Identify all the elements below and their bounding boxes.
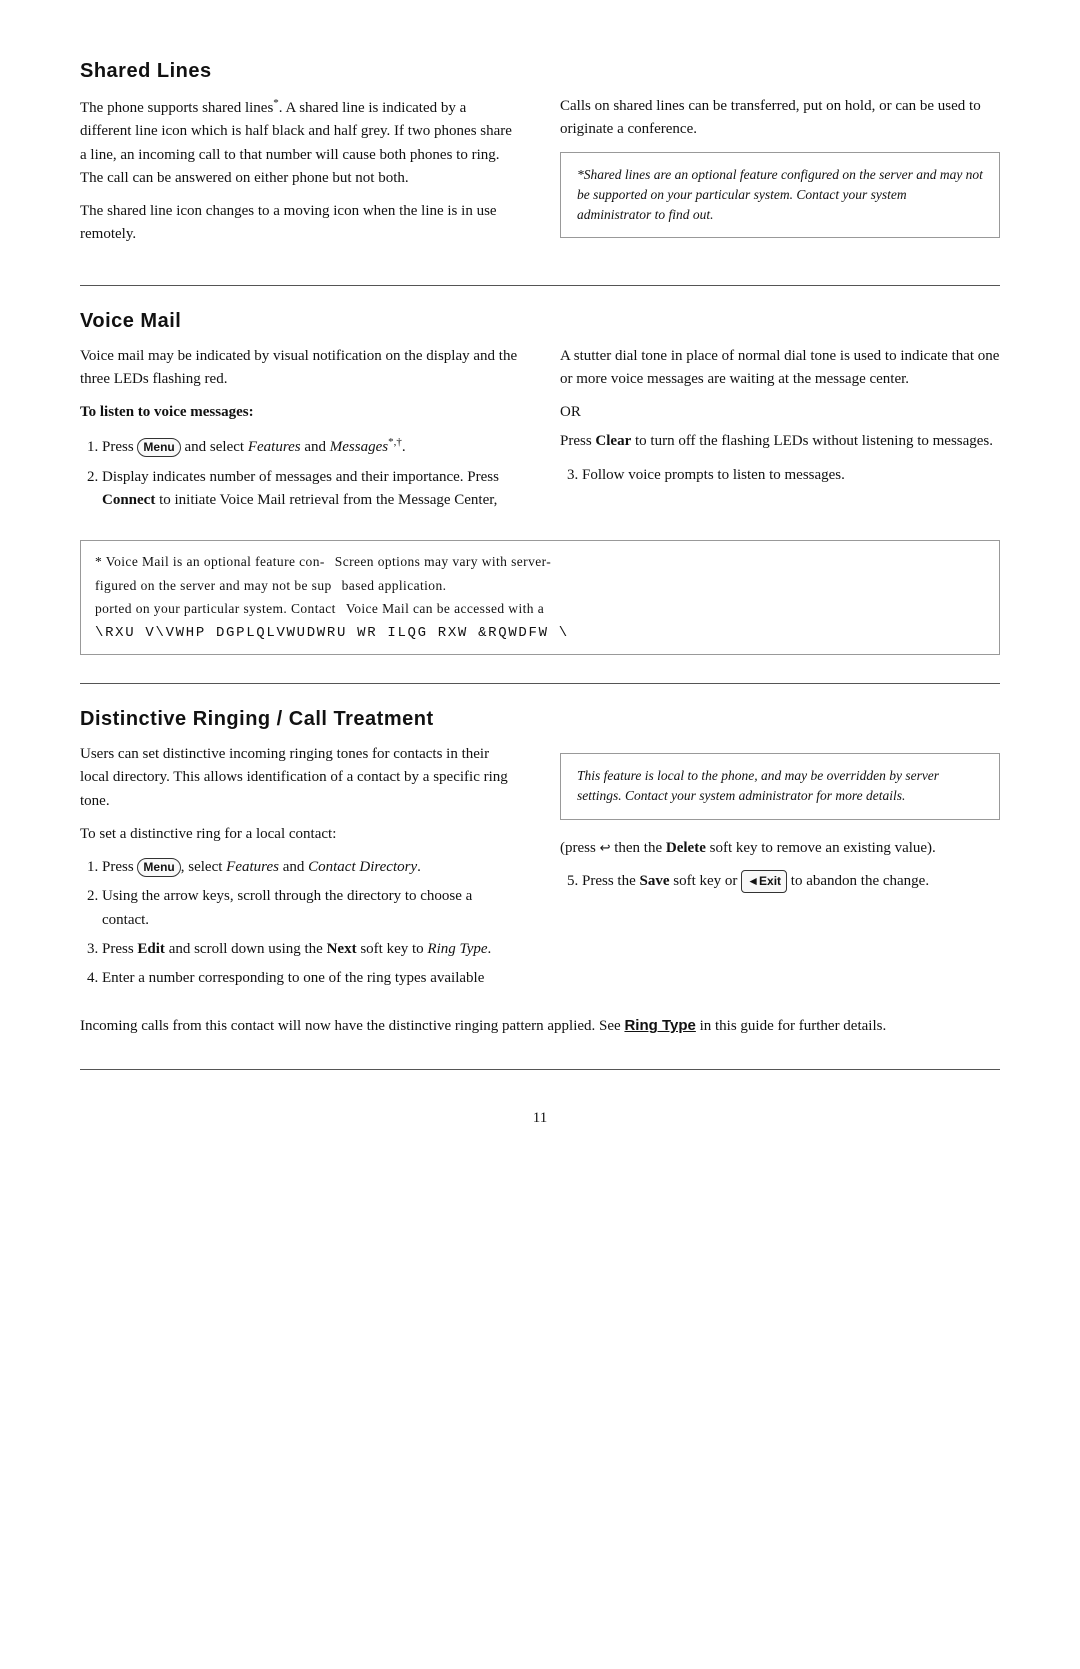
distinctive-ringing-para2: To set a distinctive ring for a local co… xyxy=(80,823,520,846)
edit-label: Edit xyxy=(137,941,165,957)
distinctive-step4: Enter a number corresponding to one of t… xyxy=(102,967,520,990)
corrupt-text-content: * Voice Mail is an optional feature con-… xyxy=(95,551,985,644)
shared-lines-content: The phone supports shared lines*. A shar… xyxy=(80,95,1000,257)
distinctive-ringing-section: Distinctive Ringing / Call Treatment Use… xyxy=(80,708,1000,1039)
voice-mail-para1: Voice mail may be indicated by visual no… xyxy=(80,345,520,392)
delete-label: Delete xyxy=(666,840,706,856)
shared-lines-note: *Shared lines are an optional feature co… xyxy=(560,152,1000,239)
distinctive-step5-press: (press ↩ then the Delete soft key to rem… xyxy=(560,837,1000,860)
voice-mail-clear-para: Press Clear to turn off the flashing LED… xyxy=(560,430,1000,453)
distinctive-step5: Press the Save soft key or ◄Exit to aban… xyxy=(582,870,1000,893)
voice-mail-footnote-box: * Voice Mail is an optional feature con-… xyxy=(80,540,1000,655)
back-arrow-icon: ↩ xyxy=(600,838,611,858)
voice-mail-right: A stutter dial tone in place of normal d… xyxy=(560,345,1000,523)
divider-1 xyxy=(80,285,1000,286)
voice-mail-title: Voice Mail xyxy=(80,310,1000,333)
distinctive-step3: Press Edit and scroll down using the Nex… xyxy=(102,938,520,961)
menu-button-2-icon: Menu xyxy=(137,858,180,877)
next-label: Next xyxy=(327,941,357,957)
divider-3 xyxy=(80,1069,1000,1070)
voice-mail-step3-list: Follow voice prompts to listen to messag… xyxy=(582,464,1000,487)
menu-button-icon: Menu xyxy=(137,438,180,457)
contact-directory-label: Contact Directory xyxy=(308,859,417,875)
ring-type-label: Ring Type xyxy=(427,941,487,957)
save-label: Save xyxy=(640,873,670,889)
page-number: 11 xyxy=(80,1110,1000,1127)
messages-label: Messages xyxy=(330,439,388,455)
distinctive-ringing-note: This feature is local to the phone, and … xyxy=(560,753,1000,820)
clear-button-label: Clear xyxy=(595,433,631,449)
voice-mail-instruction-title: To listen to voice messages: xyxy=(80,401,520,424)
shared-lines-section: Shared Lines The phone supports shared l… xyxy=(80,60,1000,257)
voice-mail-content: Voice mail may be indicated by visual no… xyxy=(80,345,1000,523)
voice-mail-left: Voice mail may be indicated by visual no… xyxy=(80,345,520,523)
shared-lines-para2: The shared line icon changes to a moving… xyxy=(80,200,520,247)
distinctive-ringing-left: Users can set distinctive incoming ringi… xyxy=(80,743,520,1000)
exit-button-icon: ◄Exit xyxy=(741,870,787,893)
distinctive-ringing-content: Users can set distinctive incoming ringi… xyxy=(80,743,1000,1000)
shared-lines-right-para1: Calls on shared lines can be transferred… xyxy=(560,95,1000,142)
distinctive-step5-list: Press the Save soft key or ◄Exit to aban… xyxy=(582,870,1000,893)
distinctive-ringing-para1: Users can set distinctive incoming ringi… xyxy=(80,743,520,813)
corrupt-line2: figured on the server and may not be sup… xyxy=(95,575,985,597)
shared-lines-title: Shared Lines xyxy=(80,60,1000,83)
distinctive-step2: Using the arrow keys, scroll through the… xyxy=(102,885,520,932)
corrupt-line4: \RXU V\VWHP DGPLQLVWUDWRU WR ILQG RXW &R… xyxy=(95,622,985,644)
voice-mail-steps: Press Menu and select Features and Messa… xyxy=(102,434,520,512)
connect-label: Connect xyxy=(102,492,155,508)
features-2-label: Features xyxy=(226,859,279,875)
incoming-calls-para: Incoming calls from this contact will no… xyxy=(80,1014,1000,1038)
distinctive-ringing-title: Distinctive Ringing / Call Treatment xyxy=(80,708,1000,731)
shared-lines-right: Calls on shared lines can be transferred… xyxy=(560,95,1000,257)
distinctive-step1: Press Menu, select Features and Contact … xyxy=(102,856,520,879)
distinctive-ringing-steps: Press Menu, select Features and Contact … xyxy=(102,856,520,990)
corrupt-line3: ported on your particular system. Contac… xyxy=(95,598,985,620)
shared-lines-para1: The phone supports shared lines*. A shar… xyxy=(80,95,520,190)
ring-type-bold-label: Ring Type xyxy=(624,1017,695,1034)
voice-mail-step2: Display indicates number of messages and… xyxy=(102,466,520,513)
voice-mail-step1: Press Menu and select Features and Messa… xyxy=(102,434,520,459)
shared-lines-left: The phone supports shared lines*. A shar… xyxy=(80,95,520,257)
features-label: Features xyxy=(248,439,301,455)
divider-2 xyxy=(80,683,1000,684)
voice-mail-right-para1: A stutter dial tone in place of normal d… xyxy=(560,345,1000,392)
or-label: OR xyxy=(560,401,1000,424)
distinctive-ringing-right: This feature is local to the phone, and … xyxy=(560,743,1000,1000)
corrupt-line1: * Voice Mail is an optional feature con-… xyxy=(95,551,985,573)
voice-mail-step3: Follow voice prompts to listen to messag… xyxy=(582,464,1000,487)
voice-mail-section: Voice Mail Voice mail may be indicated b… xyxy=(80,310,1000,656)
